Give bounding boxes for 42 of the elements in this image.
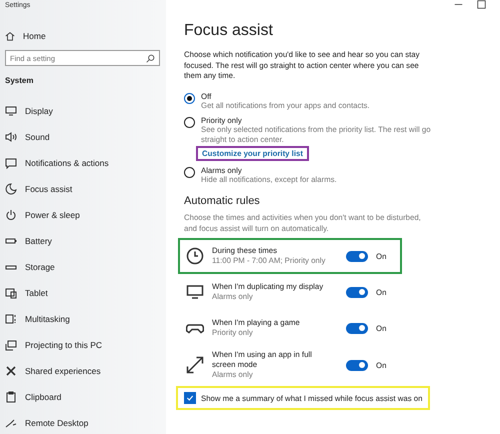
clipboard-icon (5, 391, 17, 403)
toggle-switch[interactable] (346, 286, 368, 298)
sidebar-item[interactable]: Sound (5, 124, 166, 150)
cross-arrows-icon (5, 365, 17, 377)
sidebar-item[interactable]: Shared experiences (5, 358, 166, 384)
sidebar-item[interactable]: Focus assist (5, 176, 166, 202)
power-icon (5, 209, 17, 221)
search-icon (146, 54, 155, 63)
monitor-icon (186, 283, 204, 302)
home-icon (5, 31, 15, 41)
message-icon (5, 157, 17, 169)
section-heading: System (5, 76, 34, 86)
check-icon (186, 394, 194, 402)
tablet-icon (5, 287, 17, 299)
sidebar-item[interactable]: Tablet (5, 280, 166, 306)
home-link[interactable]: Home (23, 31, 46, 41)
section-heading: Automatic rules (184, 195, 261, 208)
monitor-icon (5, 105, 17, 117)
windows-icon (5, 313, 17, 325)
radio-button[interactable] (184, 92, 195, 104)
toggle-switch[interactable] (346, 360, 368, 371)
sidebar-item[interactable]: Multitasking (5, 306, 166, 332)
checkbox[interactable] (184, 392, 196, 404)
projector-icon (5, 339, 17, 351)
sidebar-item[interactable]: Remote Desktop (5, 410, 166, 434)
diagonal-arrow-icon (186, 356, 204, 374)
maximize-icon (477, 0, 486, 9)
radio-button[interactable] (184, 116, 195, 128)
sidebar-item[interactable]: Projecting to this PC (5, 332, 166, 358)
sidebar-item[interactable]: Display (5, 98, 166, 124)
sidebar-item[interactable]: Clipboard (5, 384, 166, 410)
toggle-switch[interactable] (346, 322, 368, 334)
sidebar-item[interactable]: Power & sleep (5, 202, 166, 228)
sidebar-item[interactable]: Storage (5, 254, 166, 280)
toggle-switch[interactable] (346, 250, 368, 262)
clock-icon (186, 247, 204, 266)
speaker-icon (5, 131, 17, 143)
moon-icon (5, 183, 17, 195)
page-title: Focus assist (184, 22, 274, 40)
sidebar-item[interactable]: Notifications & actions (5, 150, 166, 176)
sidebar-item[interactable]: Battery (5, 228, 166, 254)
radio-button[interactable] (184, 166, 195, 178)
